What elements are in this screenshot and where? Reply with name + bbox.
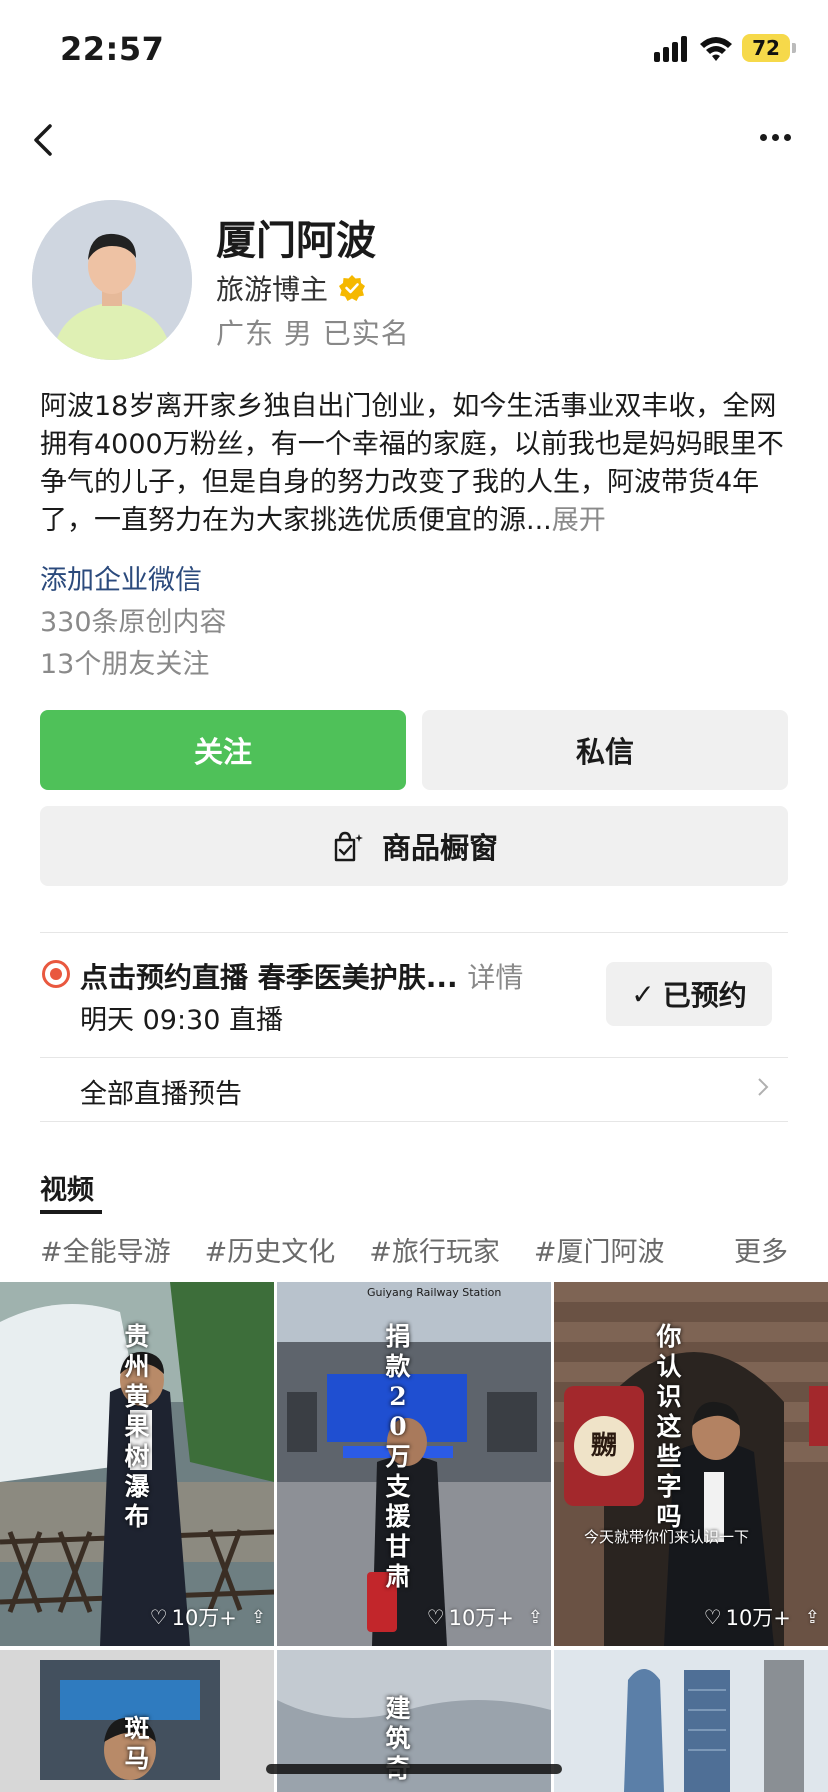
profile-meta: 广东 男 已实名 [216,317,410,350]
chevron-right-icon[interactable] [756,1076,770,1098]
status-time: 22:57 [60,30,165,68]
share-icon: ⇪ [804,1606,820,1628]
video-tile[interactable]: 斑马 [0,1650,274,1792]
live-title-text: 点击预约直播 春季医美护肤... [80,961,458,994]
station-sign: Guiyang Railway Station [367,1286,501,1299]
tag-item[interactable]: #历史文化 [205,1230,336,1269]
video-thumbnail [554,1650,828,1792]
tab-video[interactable]: 视频 [40,1168,94,1207]
avatar[interactable] [32,200,192,360]
divider [40,932,788,933]
video-title: 斑马 [124,1714,150,1773]
shop-window-button[interactable]: 商品橱窗 [40,806,788,886]
bio-text: 阿波18岁离开家乡独自出门创业，如今生活事业双丰收，全网拥有4000万粉丝，有一… [40,391,784,536]
all-live-previews[interactable]: 全部直播预告 [80,1072,242,1111]
video-tile[interactable]: 贵州黄果树瀑布 ♡ 10万+ ⇪ [0,1282,274,1646]
back-chevron-icon[interactable] [28,120,58,160]
tag-item[interactable]: #厦门阿波 [534,1230,665,1269]
video-title: 捐款20万支援甘肃 [385,1322,411,1591]
battery-tip [792,43,796,53]
shopping-bag-icon [334,831,363,862]
live-detail-link[interactable]: 详情 [467,961,523,994]
likes-count: 10万+ [725,1606,791,1630]
live-title[interactable]: 点击预约直播 春季医美护肤... 详情 [80,956,523,996]
cellular-signal-icon [654,36,688,62]
video-title: 你认识这些字吗 [656,1322,682,1531]
video-likes: ♡ 10万+ ⇪ [704,1602,820,1632]
heart-icon: ♡ [703,1605,722,1629]
sign-character: 嬲 [590,1431,617,1461]
tag-bar: #全能导游 #历史文化 #旅行玩家 #厦门阿波 更多 [40,1230,788,1269]
profile-name: 厦门阿波 [216,218,376,264]
share-icon: ⇪ [527,1606,543,1628]
video-thumbnail: 嬲 [554,1282,828,1646]
more-options-icon[interactable] [760,134,792,144]
video-likes: ♡ 10万+ ⇪ [427,1602,543,1632]
tag-item[interactable]: #全能导游 [40,1230,171,1269]
live-time: 明天 09:30 直播 [80,1005,283,1036]
verified-badge-icon [339,275,366,301]
checkmark-icon: ✓ [631,977,655,1011]
likes-count: 10万+ [448,1606,514,1630]
heart-icon: ♡ [149,1605,168,1629]
follow-button[interactable]: 关注 [40,710,406,790]
likes-count: 10万+ [171,1606,237,1630]
video-likes: ♡ 10万+ ⇪ [150,1602,266,1632]
status-bar: 22:57 72 [0,0,828,100]
bio-expand-link[interactable]: 展开 [552,505,606,536]
tab-underline [40,1210,102,1214]
heart-icon: ♡ [426,1605,445,1629]
reserved-label: 已预约 [662,979,747,1012]
add-wechat-link[interactable]: 添加企业微信 [40,558,202,597]
profile-role: 旅游博主 [216,268,366,308]
live-record-icon [42,960,70,988]
video-tile[interactable] [554,1650,828,1792]
friends-follow-count[interactable]: 13个朋友关注 [40,642,209,681]
profile-role-label: 旅游博主 [216,273,329,306]
tag-item[interactable]: #旅行玩家 [369,1230,500,1269]
video-title: 贵州黄果树瀑布 [124,1322,150,1531]
video-tile[interactable]: Guiyang Railway Station 捐款20万支援甘肃 ♡ 10万+… [277,1282,551,1646]
shop-window-label: 商品橱窗 [381,831,498,865]
divider [40,1057,788,1058]
divider [40,1121,788,1122]
home-indicator [266,1764,562,1774]
video-caption: 今天就带你们来认识一下 [584,1528,750,1546]
message-button[interactable]: 私信 [422,710,788,790]
tags-more-button[interactable]: 更多 [734,1230,788,1269]
battery-icon: 72 [742,34,790,62]
wifi-icon [700,37,732,61]
video-tile[interactable]: 嬲 你认识这些字吗 今天就带你们来认识一下 ♡ 10万+ ⇪ [554,1282,828,1646]
reserved-button[interactable]: ✓ 已预约 [606,962,772,1026]
share-icon: ⇪ [250,1606,266,1628]
profile-bio: 阿波18岁离开家乡独自出门创业，如今生活事业双丰收，全网拥有4000万粉丝，有一… [40,388,790,540]
original-content-count[interactable]: 330条原创内容 [40,600,227,639]
